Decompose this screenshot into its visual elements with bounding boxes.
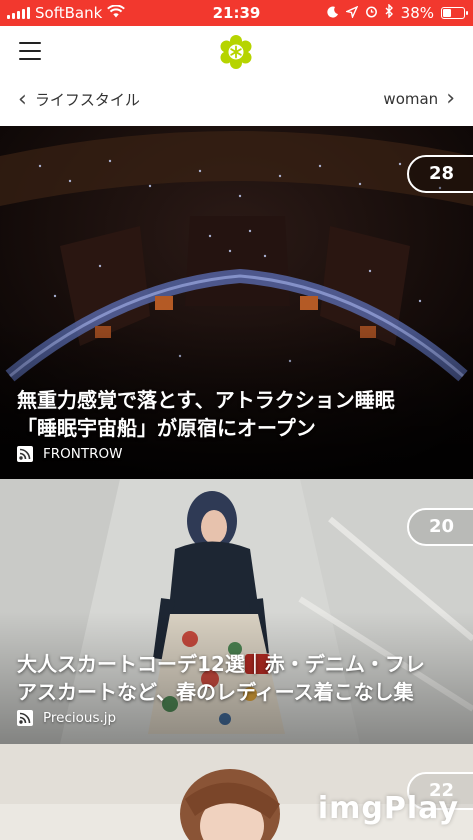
battery-percent: 38% (400, 4, 434, 22)
imgplay-watermark: imgPlay (317, 791, 459, 826)
clip-count-badge: 28 (407, 155, 473, 193)
prev-category-label: ライフスタイル (34, 91, 140, 109)
chevron-right-icon: › (446, 86, 455, 111)
source-label: Precious.jp (43, 710, 117, 726)
article-title-line: 無重力感覚で落とす、アトラクション睡眠 (17, 388, 395, 412)
prev-category-link[interactable]: ‹ ライフスタイル (18, 86, 140, 112)
article-title: 無重力感覚で落とす、アトラクション睡眠 「睡眠宇宙船」が原宿にオープン (17, 386, 459, 442)
status-bar: SoftBank 21:39 38% (0, 0, 473, 26)
alarm-icon (365, 4, 378, 22)
status-right: 38% (327, 3, 468, 22)
article-title-line: 「睡眠宇宙船」が原宿にオープン (17, 416, 316, 440)
app-header (0, 26, 473, 78)
rss-icon (17, 446, 33, 462)
moon-icon (327, 4, 339, 22)
article-title-line: アスカートなど、春のレディース着こなし集 (17, 680, 414, 704)
article-source: Precious.jp (17, 710, 116, 726)
flower-logo-icon[interactable] (219, 35, 253, 69)
article-source: FRONTROW (17, 446, 122, 462)
article-title: 大人スカートコーデ12選｜赤・デニム・フレ アスカートなど、春のレディース着こな… (17, 650, 459, 706)
battery-icon (441, 7, 468, 19)
next-category-link[interactable]: woman › (383, 86, 455, 111)
source-label: FRONTROW (43, 446, 123, 462)
article-card[interactable]: 28 無重力感覚で落とす、アトラクション睡眠 「睡眠宇宙船」が原宿にオープン F… (0, 126, 473, 479)
article-card[interactable]: 20 大人スカートコーデ12選｜赤・デニム・フレ アスカートなど、春のレディース… (0, 479, 473, 744)
bluetooth-icon (385, 3, 394, 22)
hamburger-icon[interactable] (19, 42, 41, 60)
chevron-left-icon: ‹ (18, 86, 27, 112)
battery-fill (443, 9, 451, 17)
article-title-line: 大人スカートコーデ12選｜赤・デニム・フレ (17, 652, 425, 676)
location-icon (344, 4, 359, 22)
rss-icon (17, 710, 33, 726)
clip-count-badge: 20 (407, 508, 473, 546)
category-nav: ‹ ライフスタイル woman › (0, 78, 473, 126)
next-category-label: woman (383, 90, 439, 108)
